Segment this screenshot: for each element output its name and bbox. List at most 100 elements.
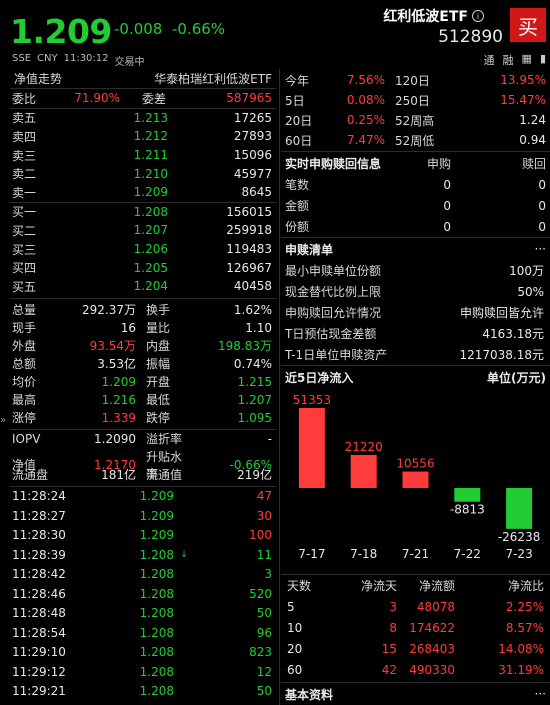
stat-row: 现手 16 量比 1.10 <box>10 319 276 337</box>
flow-table-row: 60 42 490330 31.19% <box>281 659 550 680</box>
perf-label: 250日 <box>395 93 430 108</box>
bids-volume: 259918 <box>226 223 272 238</box>
security-code: 512890 <box>438 27 503 47</box>
creation-list: 最小申赎单位份额 100万 现金替代比例上限 50% 申购赎回允许情况 申购赎回皆允许 T日… <box>281 260 550 365</box>
stat-row: 均价 1.209 开盘 1.215 <box>10 373 276 391</box>
fund-stats: IOPV 1.2090 溢折率 - 净值 1.2170 升贴水率 -0.66% 流通盘 181亿流… <box>10 430 276 484</box>
weibi-row: 委比 71.90% 委差 587965 <box>10 89 276 108</box>
buy-button[interactable]: 买 <box>510 8 546 42</box>
stat-label: 涨停 <box>12 411 37 426</box>
list-header[interactable]: 申赎清单 ··· <box>281 238 550 260</box>
stat-label: 溢折率 <box>146 432 183 447</box>
tick-row[interactable]: 11:29:10 1.208 823 <box>10 643 276 663</box>
tick-row[interactable]: 11:28:39 1.208 ↓ 11 <box>10 545 276 565</box>
bids-price[interactable]: 1.204 <box>62 279 168 293</box>
tong-badge[interactable]: 通 <box>484 52 495 68</box>
sr-label: 金额 <box>285 199 310 213</box>
tick-row[interactable]: 11:28:42 1.208 3 <box>10 565 276 585</box>
tick-row[interactable]: 11:29:21 1.208 50 <box>10 682 276 702</box>
asks-price[interactable]: 1.210 <box>62 167 168 181</box>
stat-label: 外盘 <box>12 339 37 354</box>
inflow-data-label: -8813 <box>450 503 485 517</box>
rong-badge[interactable]: 融 <box>503 52 514 68</box>
tick-volume: 100 <box>249 528 272 543</box>
tick-row[interactable]: 11:28:24 1.209 47 <box>10 487 276 507</box>
bids-price[interactable]: 1.208 <box>62 205 168 219</box>
flow-table-row: 10 8 174622 8.57% <box>281 617 550 638</box>
inflow-bar <box>402 471 429 488</box>
weibi-value: 71.90% <box>74 91 120 106</box>
tick-row[interactable]: 11:28:30 1.209 100 <box>10 526 276 546</box>
tick-volume: 11 <box>256 547 272 562</box>
tick-volume: 823 <box>249 645 272 660</box>
inflow-data-label: 21220 <box>345 440 383 454</box>
more-icon[interactable]: ··· <box>535 687 546 701</box>
sr-redeem-value: 0 <box>538 198 546 213</box>
tick-volume: 12 <box>256 664 272 679</box>
perf-value: 7.47% <box>346 133 385 147</box>
perf-row: 5日 0.08% 250日 15.47% <box>281 90 550 110</box>
tab-nav-trend[interactable]: 净值走势 <box>14 70 62 87</box>
bid-book: 买一 1.208 156015 买二 1.207 259918 买三 1.206 119483 买… <box>10 203 276 296</box>
stat-value: 1.2090 <box>94 431 136 446</box>
sr-subscribe-value: 0 <box>443 198 451 213</box>
tick-row[interactable]: 11:28:27 1.209 30 <box>10 506 276 526</box>
bids-row: 买四 1.205 126967 <box>10 258 276 277</box>
bids-price[interactable]: 1.207 <box>62 223 168 237</box>
stat-row: 涨停 1.339 跌停 1.095 <box>10 409 276 427</box>
perf-row: 20日 0.25% 52周高 1.24 <box>281 110 550 130</box>
tick-time: 11:28:27 <box>12 508 66 523</box>
performance-grid: 今年 7.56% 120日 13.95% 5日 0.08% 250日 15.47% 20日 0.2… <box>281 69 550 150</box>
asks-price[interactable]: 1.209 <box>62 185 168 199</box>
list-row: 现金替代比例上限 50% <box>281 281 550 302</box>
perf-value: 0.25% <box>346 113 385 127</box>
inflow-data-label: 10556 <box>396 457 434 471</box>
inflow-date-label: 7-23 <box>505 547 532 561</box>
left-tab-header[interactable]: 净值走势 华泰柏瑞红利低波ETF <box>10 69 276 89</box>
grid-icon[interactable]: ▦ <box>522 52 532 68</box>
asks-price[interactable]: 1.211 <box>62 148 168 162</box>
list-value: 100万 <box>509 264 544 278</box>
tick-row[interactable]: 11:29:12 1.208 12 <box>10 662 276 682</box>
bids-volume: 119483 <box>226 242 272 257</box>
price-change-pct: -0.66% <box>172 20 226 38</box>
sr-row: 笔数 0 0 <box>281 174 550 195</box>
basic-info-title: 基本资料 <box>285 687 334 702</box>
weicha-label: 委差 <box>141 91 166 106</box>
basic-info-header[interactable]: 基本资料 ··· <box>281 683 550 705</box>
bids-label: 买四 <box>12 261 37 276</box>
tick-row[interactable]: 11:28:48 1.208 50 <box>10 604 276 624</box>
right-panel: 今年 7.56% 120日 13.95% 5日 0.08% 250日 15.47% 20日 0.2… <box>281 69 550 705</box>
stat-value: 1.10 <box>245 320 272 335</box>
bids-volume: 156015 <box>226 204 272 219</box>
info-icon[interactable]: i <box>472 10 484 22</box>
perf-label: 今年 <box>285 73 310 88</box>
stat-row: 流通盘 181亿 流通值 219亿 <box>10 466 276 484</box>
flow-col-header: 净流比 <box>507 579 544 593</box>
stat-value: 0.74% <box>233 356 272 371</box>
bids-price[interactable]: 1.206 <box>62 242 168 256</box>
bids-price[interactable]: 1.205 <box>62 261 168 275</box>
inflow-date-label: 7-22 <box>454 547 481 561</box>
security-name[interactable]: 红利低波ETF i <box>383 6 484 26</box>
asks-price[interactable]: 1.212 <box>62 129 168 143</box>
stat-label: 现手 <box>12 321 37 336</box>
asks-price[interactable]: 1.213 <box>62 111 168 125</box>
net-inflow-chart: 51353 7-17 21220 7-18 10556 7-21 -8813 7-22 -262… <box>293 393 541 561</box>
tick-row[interactable]: 11:28:46 1.208 520 <box>10 584 276 604</box>
stat-value: 16 <box>120 320 136 335</box>
expand-handle-icon[interactable]: » <box>0 415 6 426</box>
more-icon[interactable]: ··· <box>535 242 546 256</box>
asks-row: 卖三 1.211 15096 <box>10 146 276 165</box>
stat-value: 1.215 <box>237 374 272 389</box>
tick-price: 1.208 <box>139 664 174 679</box>
asks-label: 卖四 <box>12 129 37 144</box>
stat-label: IOPV <box>12 431 41 446</box>
signal-icon[interactable]: ▮ <box>540 52 546 68</box>
tick-row[interactable]: 11:28:54 1.208 96 <box>10 623 276 643</box>
flow-table-row: 5 3 48078 2.25% <box>281 596 550 617</box>
perf-label: 52周低 <box>395 133 435 148</box>
inflow-bar <box>454 488 481 502</box>
tick-list[interactable]: 11:28:24 1.209 47 11:28:27 1.209 30 11:28:30 1.… <box>10 487 276 702</box>
flow-net-days: 42 <box>381 662 397 677</box>
